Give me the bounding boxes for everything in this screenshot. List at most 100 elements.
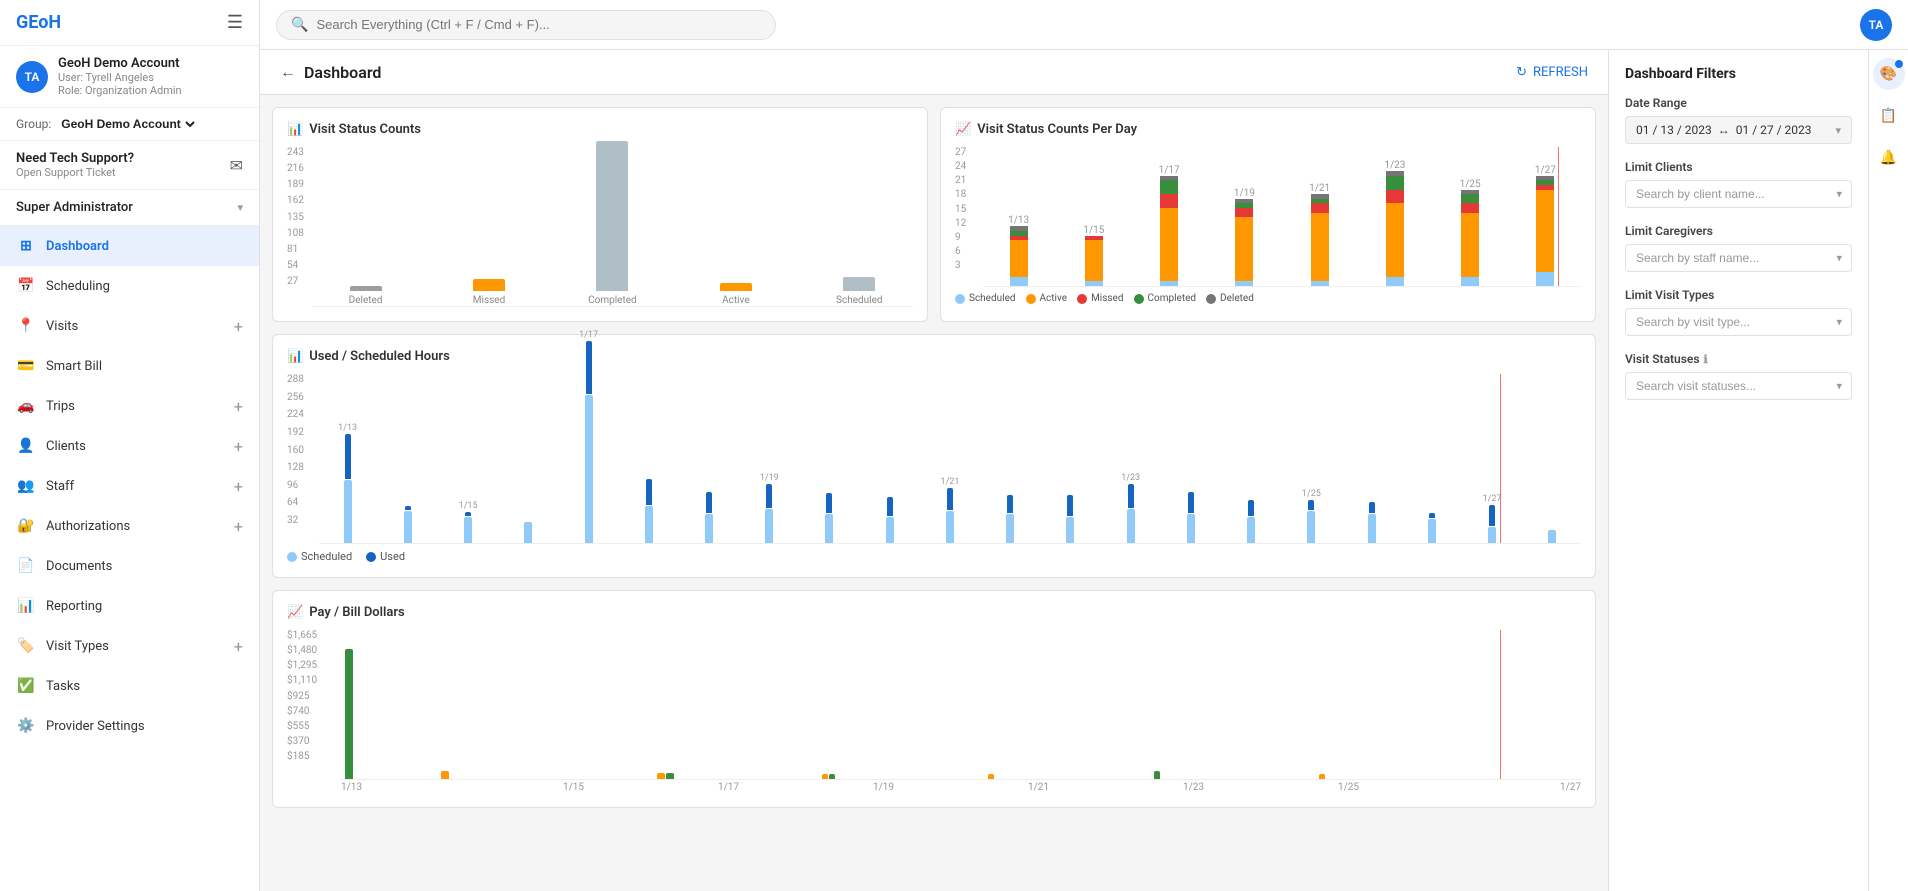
nav-item-left: 👥 Staff xyxy=(16,476,74,496)
visit-status-counts-title: 📊 Visit Status Counts xyxy=(287,122,913,137)
hours-bar-group: 1/13 xyxy=(319,419,376,543)
scheduled-bar xyxy=(1187,514,1195,543)
bar-icon: 📊 xyxy=(287,349,303,364)
refresh-button[interactable]: ↻ REFRESH xyxy=(1516,65,1588,80)
nav-item-left: ⚙️ Provider Settings xyxy=(16,716,145,736)
scheduled-bar xyxy=(1247,517,1255,543)
nav-label-clients: Clients xyxy=(46,439,86,454)
used-bar xyxy=(1248,500,1254,516)
nav-label-tasks: Tasks xyxy=(46,679,80,694)
nav-item-left: 📄 Documents xyxy=(16,556,112,576)
bar-date-label: 1/13 xyxy=(1008,215,1029,226)
used-bar xyxy=(465,512,471,515)
legend-deleted: Deleted xyxy=(1206,293,1254,304)
scheduling-icon: 📅 xyxy=(16,276,36,296)
limit-caregivers-select-wrap: Search by staff name... xyxy=(1625,244,1852,272)
chevron-down-icon: ▾ xyxy=(237,201,243,214)
limit-caregivers-select[interactable]: Search by staff name... xyxy=(1625,244,1852,272)
scheduled-bar xyxy=(705,514,713,543)
info-icon: ℹ xyxy=(1704,353,1708,366)
nav-item-left: 🏷️ Visit Types xyxy=(16,636,109,656)
bar-date-label: 1/25 xyxy=(1460,179,1481,190)
group-label: Group: xyxy=(16,117,51,131)
scheduled-bar xyxy=(1368,514,1376,543)
back-icon[interactable]: ← xyxy=(280,62,296,82)
scheduled-bar xyxy=(645,506,653,543)
nav-plus-visit-types[interactable]: + xyxy=(234,637,243,656)
nav-plus-trips[interactable]: + xyxy=(234,397,243,416)
visit-statuses-select[interactable]: Search visit statuses... xyxy=(1625,372,1852,400)
visits-icon: 📍 xyxy=(16,316,36,336)
nav-item-left: 🔐 Authorizations xyxy=(16,516,130,536)
super-admin-item[interactable]: Super Administrator ▾ xyxy=(0,190,259,226)
limit-visit-types-select-wrap: Search by visit type... xyxy=(1625,308,1852,336)
palette-icon[interactable]: 🎨 xyxy=(1873,58,1905,90)
hours-bar-group: 1/17 xyxy=(560,326,617,543)
user-name: GeoH Demo Account xyxy=(58,56,182,71)
scheduled-bar xyxy=(464,517,472,543)
hours-bar-group xyxy=(1042,490,1099,543)
legend-missed: Missed xyxy=(1077,293,1123,304)
bar-segment xyxy=(1311,213,1329,282)
filters-title: Dashboard Filters xyxy=(1625,66,1852,82)
document-icon[interactable]: 📋 xyxy=(1873,100,1905,132)
sidebar-item-tasks[interactable]: ✅ Tasks xyxy=(0,666,259,706)
bar-chart-icon: 📊 xyxy=(287,122,303,137)
sidebar-item-authorizations[interactable]: 🔐 Authorizations + xyxy=(0,506,259,546)
date-range-picker[interactable]: 01 / 13 / 2023 ↔ 01 / 27 / 2023 ▾ xyxy=(1625,116,1852,144)
scheduled-bar xyxy=(1066,517,1074,543)
sidebar-item-visit-types[interactable]: 🏷️ Visit Types + xyxy=(0,626,259,666)
limit-clients-select[interactable]: Search by client name... xyxy=(1625,180,1852,208)
nav-plus-authorizations[interactable]: + xyxy=(234,517,243,536)
sidebar-item-dashboard[interactable]: ⊞ Dashboard xyxy=(0,226,259,266)
sidebar-item-provider-settings[interactable]: ⚙️ Provider Settings xyxy=(0,706,259,746)
super-admin-label: Super Administrator xyxy=(16,200,133,215)
bell-icon[interactable]: 🔔 xyxy=(1873,142,1905,174)
sidebar-item-scheduling[interactable]: 📅 Scheduling xyxy=(0,266,259,306)
bar-date-label: 1/27 xyxy=(1535,165,1556,176)
nav-plus-visits[interactable]: + xyxy=(234,317,243,336)
sidebar-item-clients[interactable]: 👤 Clients + xyxy=(0,426,259,466)
visit-statuses-select-wrap: Search visit statuses... xyxy=(1625,372,1852,400)
date-end: 01 / 27 / 2023 xyxy=(1736,123,1812,137)
sidebar-item-documents[interactable]: 📄 Documents xyxy=(0,546,259,586)
sidebar-item-smart-bill[interactable]: 💳 Smart Bill xyxy=(0,346,259,386)
right-icon-rail: 🎨 📋 🔔 xyxy=(1868,50,1908,891)
sidebar-item-staff[interactable]: 👥 Staff + xyxy=(0,466,259,506)
tasks-icon: ✅ xyxy=(16,676,36,696)
sidebar-item-reporting[interactable]: 📊 Reporting xyxy=(0,586,259,626)
nav-item-left: 💳 Smart Bill xyxy=(16,356,102,376)
scheduled-bar xyxy=(825,514,833,543)
line-chart-icon: 📈 xyxy=(955,122,971,137)
used-bar xyxy=(1007,495,1013,513)
bar-date-label: 1/15 xyxy=(1083,225,1104,236)
sidebar-header: GEoH ☰ xyxy=(0,0,259,46)
group-select[interactable]: GeoH Demo Account xyxy=(57,116,198,132)
topbar-avatar[interactable]: TA xyxy=(1860,9,1892,41)
bar-segment xyxy=(1386,277,1404,286)
sidebar-item-trips[interactable]: 🚗 Trips + xyxy=(0,386,259,426)
used-bar xyxy=(646,479,652,505)
search-input[interactable] xyxy=(316,17,761,32)
search-box[interactable]: 🔍 xyxy=(276,10,776,40)
nav-item-left: 📅 Scheduling xyxy=(16,276,110,296)
nav-label-provider-settings: Provider Settings xyxy=(46,719,145,734)
nav-menu: ⊞ Dashboard 📅 Scheduling 📍 Visits + 💳 Sm… xyxy=(0,226,259,746)
used-scheduled-card: 📊 Used / Scheduled Hours 32 64 96 128 16… xyxy=(272,334,1596,578)
menu-icon[interactable]: ☰ xyxy=(227,12,243,33)
dashboard-area: ← Dashboard ↻ REFRESH 📊 Visit Status Cou… xyxy=(260,50,1908,891)
nav-label-scheduling: Scheduling xyxy=(46,279,110,294)
support-item[interactable]: Need Tech Support? Open Support Ticket ✉ xyxy=(0,141,259,190)
bar-segment xyxy=(1461,213,1479,277)
nav-plus-staff[interactable]: + xyxy=(234,477,243,496)
visit-types-icon: 🏷️ xyxy=(16,636,36,656)
bar-date-label: 1/17 xyxy=(1159,165,1180,176)
nav-plus-clients[interactable]: + xyxy=(234,437,243,456)
limit-visit-types-select[interactable]: Search by visit type... xyxy=(1625,308,1852,336)
group-selector[interactable]: Group: GeoH Demo Account xyxy=(0,108,259,141)
bar-date-label: 1/27 xyxy=(1483,494,1502,504)
bar-segment xyxy=(1160,180,1178,194)
scheduled-bar xyxy=(886,517,894,543)
sidebar-item-visits[interactable]: 📍 Visits + xyxy=(0,306,259,346)
scheduled-bar xyxy=(404,511,412,543)
